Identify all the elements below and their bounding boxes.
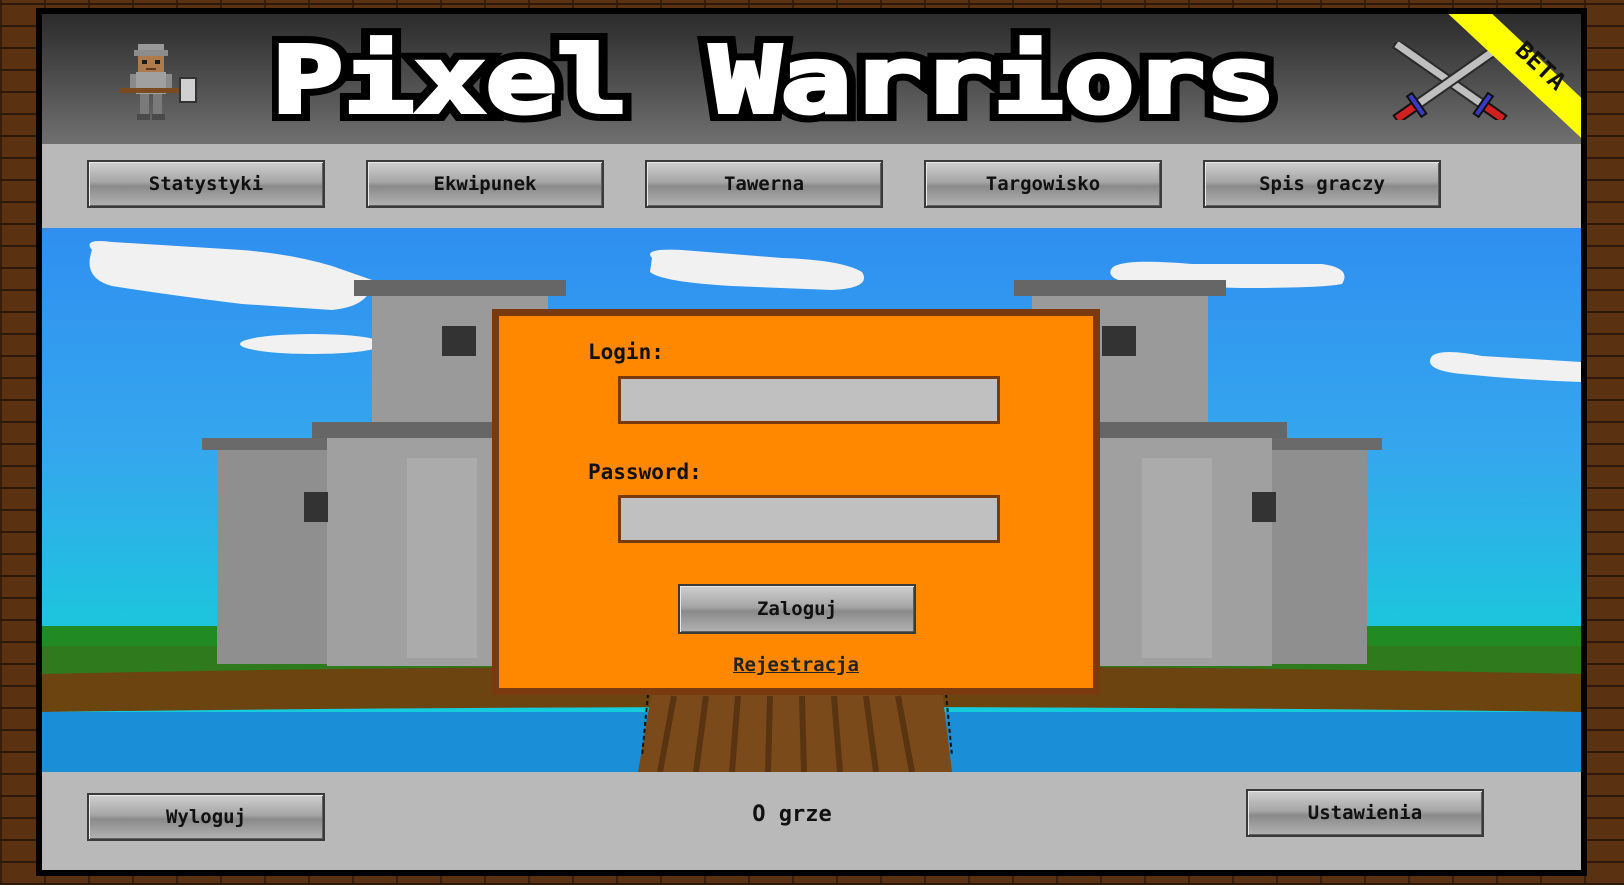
game-frame: Pixel Pixel Warriors Warriors BETA Staty… [36,8,1587,876]
drawbridge [638,690,953,772]
nav-spis-graczy-button[interactable]: Spis graczy [1203,160,1441,208]
beta-ribbon: BETA [1448,14,1581,138]
game-title-word-1-fill: Pixel [272,27,628,134]
login-input[interactable] [618,376,1000,424]
game-title: Pixel Pixel Warriors Warriors [272,26,1285,136]
game-window: Pixel Pixel Warriors Warriors BETA Staty… [42,14,1581,870]
register-link[interactable]: Rejestracja [499,654,1093,676]
nav-ekwipunek-button[interactable]: Ekwipunek [366,160,604,208]
settings-button[interactable]: Ustawienia [1246,789,1484,837]
password-input[interactable] [618,495,1000,543]
password-label: Password: [588,460,702,484]
footer: Wyloguj O grze Ustawienia [42,772,1581,870]
logout-button[interactable]: Wyloguj [87,793,325,841]
login-button[interactable]: Zaloguj [678,584,916,634]
header: Pixel Pixel Warriors Warriors BETA [42,14,1581,144]
game-title-word-2-fill: Warriors [710,27,1276,134]
main-nav: Statystyki Ekwipunek Tawerna Targowisko … [42,144,1581,228]
login-panel: Login: Password: Zaloguj Rejestracja [492,309,1100,695]
nav-targowisko-button[interactable]: Targowisko [924,160,1162,208]
login-label: Login: [588,340,664,364]
castle-scene: Login: Password: Zaloguj Rejestracja [42,228,1581,772]
about-game-link[interactable]: O grze [642,802,942,827]
nav-tawerna-button[interactable]: Tawerna [645,160,883,208]
nav-statystyki-button[interactable]: Statystyki [87,160,325,208]
warrior-icon [120,44,197,120]
